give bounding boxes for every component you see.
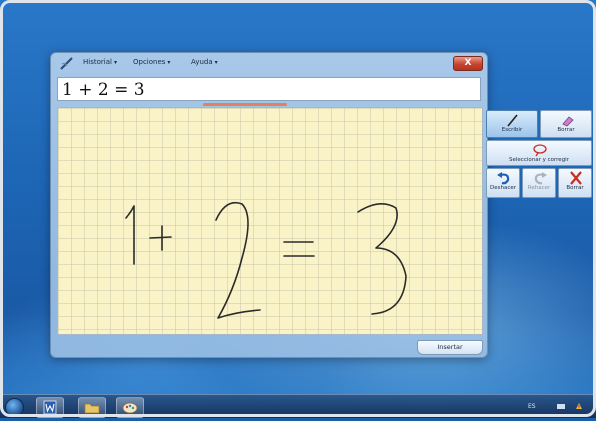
eraser-icon — [562, 116, 574, 127]
erase-label: Borrar — [557, 127, 575, 133]
menu-historial[interactable]: Historial ▾ — [83, 58, 117, 66]
erase-button[interactable]: Borrar — [540, 110, 592, 138]
taskbar: ES — [0, 394, 596, 418]
handwritten-ink — [125, 201, 407, 319]
redo-label: Rehacer — [527, 185, 551, 191]
redo-button[interactable]: Rehacer — [522, 168, 556, 198]
redo-icon — [534, 172, 547, 185]
write-label: Escribir — [501, 127, 523, 133]
insert-button[interactable]: Insertar — [417, 340, 483, 355]
writing-area[interactable] — [57, 107, 483, 335]
menu-opciones-label: Opciones — [133, 58, 166, 66]
folder-icon — [84, 403, 100, 414]
undo-button[interactable]: Deshacer — [486, 168, 520, 198]
word-icon — [43, 400, 57, 415]
select-and-correct-button[interactable]: Seleccionar y corregir — [486, 140, 592, 166]
math-panel-icon — [60, 57, 73, 70]
lasso-icon — [533, 144, 547, 157]
write-button[interactable]: Escribir — [486, 110, 538, 138]
close-button[interactable]: X — [453, 56, 483, 71]
recognition-progress-bar — [203, 103, 287, 106]
chevron-down-icon: ▾ — [214, 58, 218, 66]
math-input-panel-window: Historial ▾ Opciones ▾ Ayuda ▾ X 1 + 2 =… — [50, 52, 488, 358]
menu-opciones[interactable]: Opciones ▾ — [133, 58, 170, 66]
recognized-result-preview: 1 + 2 = 3 — [57, 77, 481, 101]
menu-ayuda-label: Ayuda — [191, 58, 213, 66]
select-label: Seleccionar y corregir — [509, 157, 569, 163]
clear-label: Borrar — [566, 185, 584, 191]
chevron-down-icon: ▾ — [167, 58, 171, 66]
taskbar-word[interactable] — [36, 397, 64, 418]
tool-panel: Escribir Borrar Seleccionar y corregir D… — [486, 110, 594, 210]
pen-icon — [507, 114, 518, 127]
menu-ayuda[interactable]: Ayuda ▾ — [191, 58, 218, 66]
chevron-down-icon: ▾ — [113, 58, 117, 66]
start-orb-icon[interactable] — [5, 398, 24, 417]
taskbar-explorer[interactable] — [78, 397, 106, 418]
clear-button[interactable]: Borrar — [558, 168, 592, 198]
title-bar: Historial ▾ Opciones ▾ Ayuda ▾ X — [51, 53, 487, 75]
undo-label: Deshacer — [489, 185, 516, 191]
taskbar-paint[interactable] — [116, 397, 144, 418]
paint-icon — [122, 402, 138, 414]
network-icon[interactable] — [557, 402, 565, 410]
action-center-icon[interactable] — [575, 402, 583, 410]
menu-historial-label: Historial — [83, 58, 112, 66]
undo-icon — [497, 172, 510, 185]
clear-x-icon — [570, 171, 582, 185]
language-indicator[interactable]: ES — [528, 403, 536, 410]
